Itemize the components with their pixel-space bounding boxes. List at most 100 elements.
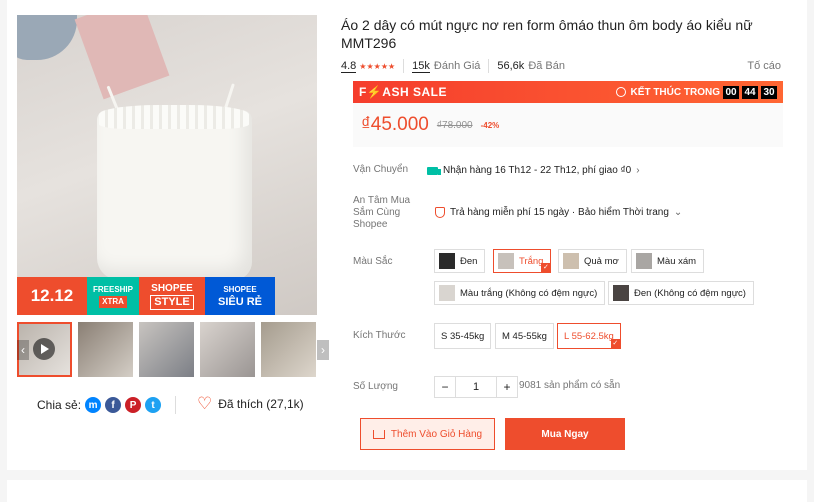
original-price: ₫78.000 — [436, 119, 473, 131]
sold-label: Đã Bán — [528, 60, 566, 72]
flash-sale-countdown: KẾT THÚC TRONG 00 44 30 — [615, 85, 777, 99]
color-option-label: Quả mơ — [584, 255, 619, 267]
rating-value[interactable]: 4.8 — [341, 60, 357, 73]
promo-sieure-text: SIÊU RẺ — [217, 296, 262, 308]
promo-banner: 12.12 FREESHIP XTRA SHOPEE STYLE SHOPEE … — [17, 277, 275, 315]
pinterest-icon[interactable]: P — [125, 397, 142, 413]
share-section: Chia sẻ: m f P t — [37, 397, 162, 413]
product-card: 12.12 FREESHIP XTRA SHOPEE STYLE SHOPEE … — [7, 0, 807, 470]
messenger-icon[interactable]: m — [85, 397, 102, 413]
divider — [403, 59, 405, 73]
garment-body — [97, 110, 252, 280]
thumbnail-prev-arrow[interactable]: ‹ — [17, 340, 29, 360]
product-title: Áo 2 dây có mút ngực nơ ren form ômáo th… — [341, 17, 753, 51]
play-icon[interactable] — [33, 338, 55, 360]
promo-shopee2-text: SHOPEE — [223, 285, 257, 294]
current-price: ₫45.000 — [361, 114, 429, 135]
shipping-value: Nhận hàng 16 Th12 - 22 Th12, phí giao ₫0 — [443, 165, 632, 176]
promo-sieure-badge: SHOPEE SIÊU RẺ — [205, 277, 275, 315]
thumbnail-image[interactable] — [139, 322, 194, 377]
color-option[interactable]: Màu trắng (Không có đệm ngực) — [434, 281, 606, 305]
clock-icon — [615, 87, 626, 97]
promo-shopee-text: SHOPEE — [151, 283, 193, 294]
color-swatch-image — [439, 285, 455, 301]
price-section: ₫45.000 ₫78.000 -42% — [353, 103, 783, 147]
color-swatch-image — [613, 285, 629, 301]
guarantee-label: An Tâm Mua Sắm Cùng Shopee — [353, 195, 411, 230]
heart-icon[interactable]: ♡ — [197, 395, 212, 412]
flash-sale-bar: F⚡ASH SALE KẾT THÚC TRONG 00 44 30 — [353, 81, 783, 103]
guarantee-value: Trả hàng miễn phí 15 ngày · Bảo hiểm Thờ… — [450, 207, 669, 218]
color-option[interactable]: Đen (Không có đệm ngực) — [608, 281, 754, 305]
shipping-info[interactable]: Nhận hàng 16 Th12 - 22 Th12, phí giao ₫0… — [427, 165, 640, 176]
guarantee-info[interactable]: Trả hàng miễn phí 15 ngày · Bảo hiểm Thờ… — [435, 207, 682, 218]
product-stats: 4.8 ★★★★★ 15k Đánh Giá 56,6k Đã Bán Tố c… — [341, 58, 781, 74]
book-decoration — [74, 15, 170, 100]
plush-toy-decoration — [17, 15, 77, 60]
size-option-selected[interactable]: L 55-62.5kg — [557, 323, 621, 349]
color-swatch-image — [439, 253, 455, 269]
divider — [488, 59, 490, 73]
like-count-label: Đã thích (27,1k) — [218, 397, 304, 411]
color-option-label: Trắng — [519, 255, 544, 267]
like-button[interactable]: ♡ Đã thích (27,1k) — [197, 395, 304, 412]
stock-info: 9081 sản phẩm có sẵn — [519, 380, 621, 391]
size-option[interactable]: M 45-55kg — [495, 323, 554, 349]
shipping-label: Vận Chuyển — [353, 164, 409, 175]
rating-stars: ★★★★★ — [359, 61, 396, 71]
thumbnail-image[interactable] — [261, 322, 316, 377]
countdown-minutes: 44 — [742, 85, 758, 99]
shield-icon — [435, 207, 445, 218]
color-option[interactable]: Màu xám — [631, 249, 705, 273]
thumbnail-strip: ‹ › — [17, 322, 329, 377]
buy-now-button[interactable]: Mua Ngay — [505, 418, 625, 450]
product-main-image[interactable]: 12.12 FREESHIP XTRA SHOPEE STYLE SHOPEE … — [17, 15, 317, 315]
sold-count: 56,6k — [497, 60, 525, 72]
size-label: Kích Thước — [353, 330, 406, 341]
review-label: Đánh Giá — [433, 60, 481, 72]
quantity-label: Số Lượng — [353, 381, 398, 392]
add-to-cart-button[interactable]: Thêm Vào Giỏ Hàng — [360, 418, 495, 450]
color-label: Màu Sắc — [353, 256, 393, 267]
countdown-seconds: 30 — [761, 85, 777, 99]
color-option-selected[interactable]: Trắng — [493, 249, 552, 273]
thumbnail-image[interactable] — [78, 322, 133, 377]
truck-icon — [427, 166, 441, 175]
facebook-icon[interactable]: f — [105, 397, 122, 413]
discount-badge: -42% — [480, 120, 500, 130]
add-to-cart-label: Thêm Vào Giỏ Hàng — [390, 428, 483, 440]
quantity-decrease-button[interactable]: − — [434, 376, 456, 398]
color-option[interactable]: Quả mơ — [558, 249, 627, 273]
promo-freeship-badge: FREESHIP XTRA — [87, 277, 139, 315]
review-count[interactable]: 15k — [412, 60, 430, 73]
promo-freeship-text: FREESHIP — [92, 285, 133, 294]
quantity-increase-button[interactable]: + — [496, 376, 518, 398]
promo-style-text: STYLE — [150, 295, 194, 310]
chevron-down-icon: ⌄ — [673, 207, 683, 218]
next-section-card — [7, 480, 807, 502]
color-swatch-image — [563, 253, 579, 269]
report-link[interactable]: Tố cáo — [747, 60, 781, 72]
quantity-stepper: − 1 + — [434, 376, 518, 398]
chevron-right-icon: › — [636, 165, 640, 176]
cart-icon — [372, 429, 385, 439]
color-swatch-image — [636, 253, 652, 269]
share-label: Chia sẻ: — [37, 398, 82, 412]
flash-sale-title: F⚡ASH SALE — [359, 85, 447, 99]
thumbnail-next-arrow[interactable]: › — [317, 340, 329, 360]
countdown-label: KẾT THÚC TRONG — [630, 86, 720, 98]
thumbnail-image[interactable] — [200, 322, 255, 377]
countdown-hours: 00 — [723, 85, 739, 99]
color-option-label: Đen — [460, 255, 478, 267]
size-option[interactable]: S 35-45kg — [434, 323, 492, 349]
promo-shopee-style-badge: SHOPEE STYLE — [139, 277, 205, 315]
promo-1212-badge: 12.12 — [17, 277, 87, 315]
twitter-icon[interactable]: t — [145, 397, 162, 413]
color-option[interactable]: Đen — [434, 249, 486, 273]
color-option-label: Đen (Không có đệm ngực) — [634, 287, 746, 299]
garment-lace — [99, 105, 249, 129]
color-swatch-image — [498, 253, 514, 269]
color-option-label: Màu xám — [657, 255, 697, 267]
quantity-input[interactable]: 1 — [456, 376, 496, 398]
promo-xtra-text: XTRA — [99, 296, 127, 308]
